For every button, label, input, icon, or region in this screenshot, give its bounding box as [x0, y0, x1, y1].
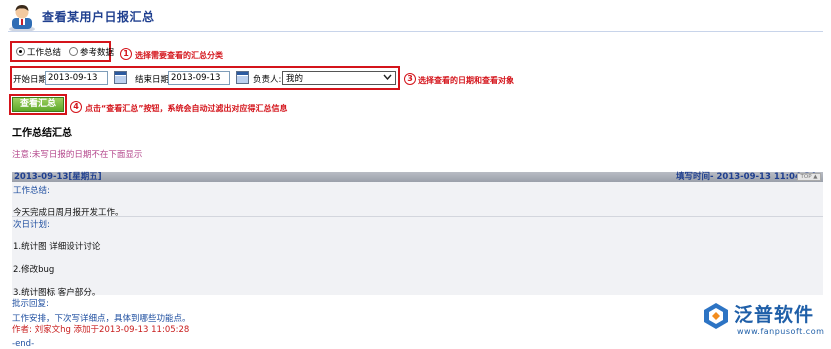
chevron-down-icon — [383, 73, 392, 83]
callout-number: 1 — [120, 48, 132, 60]
callout-number: 3 — [404, 73, 416, 85]
user-avatar-icon — [8, 2, 36, 32]
owner-select[interactable]: 我的 — [282, 71, 396, 85]
section-title: 工作总结汇总 — [12, 128, 72, 139]
title-divider — [8, 31, 823, 32]
logo-name: 泛普软件 — [734, 304, 815, 326]
record-fill-time: 填写时间- 2013-09-13 11:04:34 — [676, 172, 817, 182]
callout-number: 4 — [70, 101, 82, 113]
end-date-label: 结束日期: — [135, 75, 172, 85]
summary-label: 工作总结: — [13, 186, 50, 196]
record-body — [12, 182, 823, 295]
page-title: 查看某用户日报汇总 — [42, 10, 155, 24]
callout-text: 选择需要查看的汇总分类 — [135, 51, 223, 60]
plan-label: 次日计划: — [13, 220, 50, 230]
radio-work-summary[interactable]: 工作总结 — [16, 46, 61, 58]
author-info: 作者: 刘家文hg 添加于2013-09-13 11:05:28 — [12, 325, 190, 335]
logo-url: www.fanpusoft.com — [737, 327, 825, 336]
plan-item: 2.修改bug — [13, 265, 55, 275]
owner-label: 负责人: — [253, 75, 282, 85]
end-marker: -end- — [12, 339, 35, 349]
calendar-icon[interactable] — [236, 71, 249, 84]
reply-label: 批示回复: — [12, 299, 49, 309]
fanpu-logo-icon — [704, 303, 728, 329]
calendar-icon[interactable] — [114, 71, 127, 84]
category-radio-group: 工作总结 参考数据 — [10, 41, 114, 62]
callout-text: 点击“查看汇总”按钮，系统会自动过滤出对应得汇总信息 — [85, 104, 288, 113]
start-date-input[interactable]: 2013-09-13 — [45, 71, 108, 85]
plan-item: 1.统计图 详细设计讨论 — [13, 242, 101, 252]
callout-text: 选择查看的日期和查看对象 — [418, 76, 514, 85]
radio-reference-data-label: 参考数据 — [80, 47, 115, 58]
notice-text: 注意:未写日报的日期不在下面显示 — [12, 150, 143, 160]
radio-selected-icon[interactable] — [16, 47, 25, 56]
divider — [12, 216, 823, 217]
end-date-input[interactable]: 2013-09-13 — [168, 71, 230, 85]
back-to-top-button[interactable]: TOP ▲ — [797, 173, 821, 181]
view-summary-button[interactable]: 查看汇总 — [12, 97, 64, 112]
record-date: 2013-09-13[星期五] — [14, 172, 102, 182]
radio-reference-data[interactable]: 参考数据 — [69, 46, 114, 58]
radio-work-summary-label: 工作总结 — [27, 47, 62, 58]
owner-select-value: 我的 — [286, 74, 304, 84]
radio-unselected-icon[interactable] — [69, 47, 79, 56]
